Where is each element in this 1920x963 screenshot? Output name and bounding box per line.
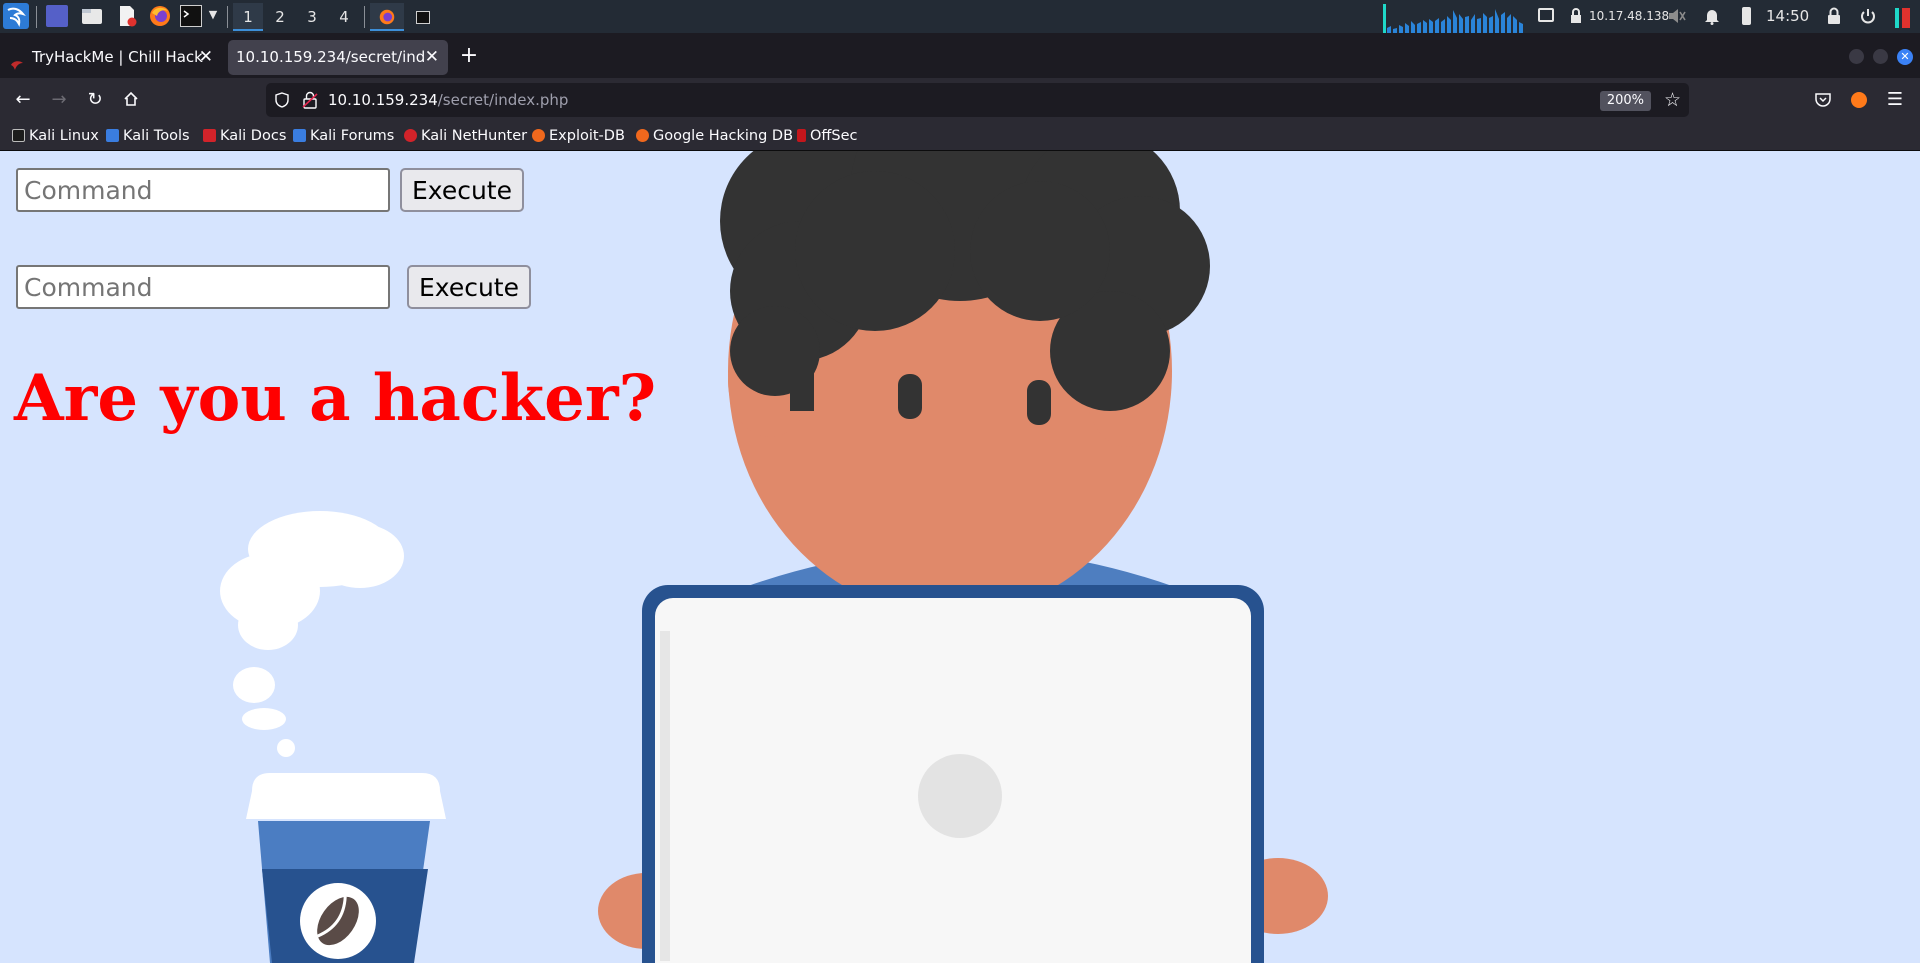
workspace-4[interactable]: 4 bbox=[329, 3, 359, 31]
url-text[interactable]: 10.10.159.234/secret/index.php bbox=[328, 83, 568, 117]
bookmark-label: Kali NetHunter bbox=[421, 128, 528, 144]
firefox-icon[interactable] bbox=[149, 5, 171, 27]
text-editor-icon[interactable] bbox=[116, 5, 138, 27]
url-host: 10.10.159.234 bbox=[328, 91, 438, 109]
execute-button[interactable]: Execute bbox=[407, 265, 531, 309]
file-manager-icon[interactable] bbox=[81, 5, 103, 27]
taskbar-separator bbox=[36, 6, 37, 28]
laptop bbox=[642, 585, 1264, 963]
tab-title: TryHackMe | Chill Hack bbox=[32, 48, 203, 66]
home-icon[interactable] bbox=[117, 86, 145, 114]
kali-tools-icon bbox=[106, 129, 119, 142]
bookmark-label: OffSec bbox=[810, 128, 858, 144]
network-graph-icon bbox=[1383, 4, 1530, 33]
indicator-bar bbox=[1895, 8, 1899, 28]
steam-cloud bbox=[220, 511, 404, 757]
extension-icon[interactable] bbox=[1845, 86, 1873, 114]
lock-icon[interactable] bbox=[1826, 7, 1842, 25]
page-content: Execute Execute Are you a hacker? bbox=[0, 151, 1920, 963]
shield-icon[interactable] bbox=[274, 92, 290, 108]
window-button-firefox[interactable] bbox=[370, 3, 404, 31]
desktop-icon[interactable] bbox=[46, 5, 68, 27]
chevron-down-icon[interactable]: ▼ bbox=[206, 8, 220, 22]
os-taskbar: ▼ 1 2 3 4 10.17.48.138 14:50 bbox=[0, 0, 1920, 33]
reload-icon[interactable]: ↻ bbox=[81, 86, 109, 114]
close-tab-icon[interactable]: ✕ bbox=[425, 40, 439, 75]
bookmark-label: Kali Docs bbox=[220, 128, 287, 144]
clock[interactable]: 14:50 bbox=[1766, 0, 1809, 33]
url-path: /secret/index.php bbox=[437, 91, 569, 109]
window-minimize-button[interactable] bbox=[1849, 49, 1864, 64]
kali-docs-icon bbox=[203, 129, 216, 142]
offsec-icon bbox=[797, 129, 806, 142]
pocket-icon[interactable] bbox=[1809, 86, 1837, 114]
ip-address: 10.17.48.138 bbox=[1589, 9, 1670, 23]
tab-title: 10.10.159.234/secret/index.php bbox=[236, 48, 426, 66]
url-bar[interactable]: 10.10.159.234/secret/index.php 200% ☆ bbox=[266, 83, 1689, 117]
bookmark-kali-nethunter[interactable]: Kali NetHunter bbox=[404, 122, 527, 150]
bookmark-exploit-db[interactable]: Exploit-DB bbox=[532, 122, 625, 150]
bell-icon[interactable] bbox=[1704, 7, 1720, 25]
taskbar-separator bbox=[227, 6, 228, 28]
kali-menu-icon[interactable] bbox=[3, 3, 29, 29]
indicator-bar bbox=[1902, 8, 1910, 28]
person-eye-left bbox=[898, 374, 922, 419]
menu-icon[interactable]: ☰ bbox=[1881, 86, 1909, 114]
command-input[interactable] bbox=[16, 168, 390, 212]
forward-icon[interactable]: → bbox=[45, 86, 73, 114]
new-tab-button[interactable]: + bbox=[455, 42, 483, 70]
workspace-2[interactable]: 2 bbox=[265, 3, 295, 31]
terminal-icon[interactable] bbox=[180, 5, 202, 27]
back-icon[interactable]: ← bbox=[9, 86, 37, 114]
nethunter-icon bbox=[404, 129, 417, 142]
tab-secret-index[interactable]: 10.10.159.234/secret/index.php ✕ bbox=[228, 40, 448, 75]
window-maximize-button[interactable] bbox=[1873, 49, 1888, 64]
bookmark-kali-linux[interactable]: Kali Linux bbox=[12, 122, 99, 150]
lock-broken-icon[interactable] bbox=[302, 91, 318, 109]
bookmark-kali-tools[interactable]: Kali Tools bbox=[106, 122, 190, 150]
window-close-button[interactable]: ✕ bbox=[1897, 49, 1913, 65]
person-eye-right bbox=[1027, 380, 1051, 425]
kali-icon bbox=[12, 129, 25, 142]
star-icon[interactable]: ☆ bbox=[1664, 89, 1681, 111]
battery-icon bbox=[1742, 7, 1751, 25]
bookmark-label: Kali Tools bbox=[123, 128, 190, 144]
ghdb-icon bbox=[636, 129, 649, 142]
network-icon[interactable] bbox=[1568, 8, 1584, 24]
taskbar-separator bbox=[364, 6, 365, 28]
bookmark-label: Exploit-DB bbox=[549, 128, 625, 144]
kali-forums-icon bbox=[293, 129, 306, 142]
display-icon[interactable] bbox=[1538, 8, 1554, 22]
bookmark-kali-docs[interactable]: Kali Docs bbox=[203, 122, 286, 150]
close-tab-icon[interactable]: ✕ bbox=[199, 40, 213, 75]
bookmark-label: Kali Linux bbox=[29, 128, 99, 144]
bookmark-label: Google Hacking DB bbox=[653, 128, 794, 144]
zoom-level[interactable]: 200% bbox=[1599, 91, 1651, 111]
coffee-cup bbox=[246, 773, 446, 963]
bookmark-google-hacking-db[interactable]: Google Hacking DB bbox=[636, 122, 793, 150]
bookmark-label: Kali Forums bbox=[310, 128, 395, 144]
bookmark-kali-forums[interactable]: Kali Forums bbox=[293, 122, 394, 150]
browser-tab-bar: TryHackMe | Chill Hack ✕ 10.10.159.234/s… bbox=[0, 33, 1920, 78]
mute-icon[interactable] bbox=[1668, 8, 1686, 24]
browser-toolbar: ← → ↻ 10.10.159.234/secret/index.php 200… bbox=[0, 78, 1920, 122]
workspace-3[interactable]: 3 bbox=[297, 3, 327, 31]
exploit-db-icon bbox=[532, 129, 545, 142]
bookmarks-toolbar: Kali Linux Kali Tools Kali Docs Kali For… bbox=[0, 122, 1920, 151]
power-icon[interactable] bbox=[1860, 8, 1876, 24]
page-headline: Are you a hacker? bbox=[14, 361, 657, 436]
window-button-terminal[interactable] bbox=[406, 3, 440, 31]
workspace-1[interactable]: 1 bbox=[233, 3, 263, 31]
execute-button[interactable]: Execute bbox=[400, 168, 524, 212]
tab-chill-hack[interactable]: TryHackMe | Chill Hack ✕ bbox=[4, 40, 222, 75]
tryhackme-icon bbox=[10, 50, 24, 70]
command-input[interactable] bbox=[16, 265, 390, 309]
bookmark-offsec[interactable]: OffSec bbox=[797, 122, 858, 150]
